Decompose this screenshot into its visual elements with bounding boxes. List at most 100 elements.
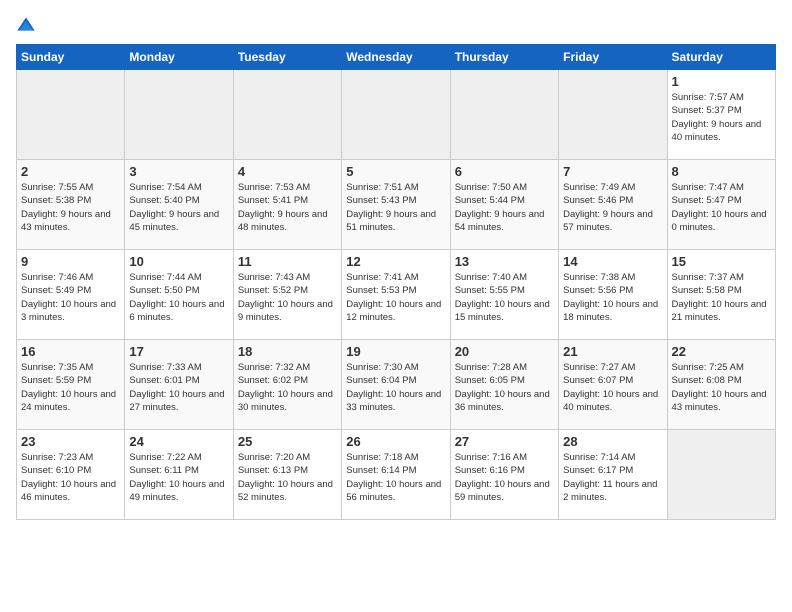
day-number: 9 [21,254,120,269]
week-row-1: 1 Sunrise: 7:57 AM Sunset: 5:37 PM Daylig… [17,70,776,160]
calendar-cell [17,70,125,160]
weekday-header-saturday: Saturday [667,45,775,70]
day-number: 21 [563,344,662,359]
calendar-cell: 26 Sunrise: 7:18 AM Sunset: 6:14 PM Dayli… [342,430,450,520]
calendar-cell: 7 Sunrise: 7:49 AM Sunset: 5:46 PM Daylig… [559,160,667,250]
week-row-3: 9 Sunrise: 7:46 AM Sunset: 5:49 PM Daylig… [17,250,776,340]
calendar-cell: 21 Sunrise: 7:27 AM Sunset: 6:07 PM Dayli… [559,340,667,430]
calendar-cell: 17 Sunrise: 7:33 AM Sunset: 6:01 PM Dayli… [125,340,233,430]
day-info: Sunrise: 7:30 AM Sunset: 6:04 PM Dayligh… [346,361,445,414]
calendar-cell: 4 Sunrise: 7:53 AM Sunset: 5:41 PM Daylig… [233,160,341,250]
calendar-cell: 10Sunrise: 7:44 AM Sunset: 5:50 PM Dayli… [125,250,233,340]
day-info: Sunrise: 7:41 AM Sunset: 5:53 PM Dayligh… [346,271,445,324]
day-number: 26 [346,434,445,449]
day-number: 27 [455,434,554,449]
day-info: Sunrise: 7:57 AM Sunset: 5:37 PM Dayligh… [672,91,771,144]
day-info: Sunrise: 7:38 AM Sunset: 5:56 PM Dayligh… [563,271,662,324]
day-number: 1 [672,74,771,89]
day-number: 14 [563,254,662,269]
calendar-cell [342,70,450,160]
calendar-cell [125,70,233,160]
day-number: 11 [238,254,337,269]
calendar-cell [667,430,775,520]
day-number: 24 [129,434,228,449]
day-info: Sunrise: 7:32 AM Sunset: 6:02 PM Dayligh… [238,361,337,414]
calendar-cell: 14 Sunrise: 7:38 AM Sunset: 5:56 PM Dayli… [559,250,667,340]
day-info: Sunrise: 7:18 AM Sunset: 6:14 PM Dayligh… [346,451,445,504]
calendar-cell: 25Sunrise: 7:20 AM Sunset: 6:13 PM Dayli… [233,430,341,520]
day-number: 28 [563,434,662,449]
logo [16,16,40,36]
weekday-header-tuesday: Tuesday [233,45,341,70]
calendar-cell: 9 Sunrise: 7:46 AM Sunset: 5:49 PM Daylig… [17,250,125,340]
calendar-cell: 6 Sunrise: 7:50 AM Sunset: 5:44 PM Daylig… [450,160,558,250]
calendar-cell [233,70,341,160]
calendar-cell: 13 Sunrise: 7:40 AM Sunset: 5:55 PM Dayli… [450,250,558,340]
day-number: 7 [563,164,662,179]
day-info: Sunrise: 7:28 AM Sunset: 6:05 PM Dayligh… [455,361,554,414]
day-info: Sunrise: 7:22 AM Sunset: 6:11 PM Dayligh… [129,451,228,504]
day-number: 13 [455,254,554,269]
day-number: 12 [346,254,445,269]
calendar-cell: 24 Sunrise: 7:22 AM Sunset: 6:11 PM Dayli… [125,430,233,520]
calendar-cell [559,70,667,160]
weekday-header-friday: Friday [559,45,667,70]
logo-icon [16,16,36,36]
day-number: 23 [21,434,120,449]
day-info: Sunrise: 7:51 AM Sunset: 5:43 PM Dayligh… [346,181,445,234]
day-number: 16 [21,344,120,359]
day-info: Sunrise: 7:50 AM Sunset: 5:44 PM Dayligh… [455,181,554,234]
day-info: Sunrise: 7:46 AM Sunset: 5:49 PM Dayligh… [21,271,120,324]
day-number: 8 [672,164,771,179]
week-row-4: 16 Sunrise: 7:35 AM Sunset: 5:59 PM Dayli… [17,340,776,430]
day-info: Sunrise: 7:35 AM Sunset: 5:59 PM Dayligh… [21,361,120,414]
day-info: Sunrise: 7:53 AM Sunset: 5:41 PM Dayligh… [238,181,337,234]
day-info: Sunrise: 7:27 AM Sunset: 6:07 PM Dayligh… [563,361,662,414]
day-number: 3 [129,164,228,179]
calendar-cell [450,70,558,160]
day-number: 18 [238,344,337,359]
calendar-cell: 2Sunrise: 7:55 AM Sunset: 5:38 PM Daylig… [17,160,125,250]
calendar-cell: 8 Sunrise: 7:47 AM Sunset: 5:47 PM Daylig… [667,160,775,250]
day-info: Sunrise: 7:49 AM Sunset: 5:46 PM Dayligh… [563,181,662,234]
header [16,16,776,36]
calendar-cell: 20 Sunrise: 7:28 AM Sunset: 6:05 PM Dayli… [450,340,558,430]
day-number: 4 [238,164,337,179]
calendar-cell: 18 Sunrise: 7:32 AM Sunset: 6:02 PM Dayli… [233,340,341,430]
day-info: Sunrise: 7:23 AM Sunset: 6:10 PM Dayligh… [21,451,120,504]
calendar-cell: 1 Sunrise: 7:57 AM Sunset: 5:37 PM Daylig… [667,70,775,160]
day-info: Sunrise: 7:54 AM Sunset: 5:40 PM Dayligh… [129,181,228,234]
day-number: 6 [455,164,554,179]
calendar-cell: 15 Sunrise: 7:37 AM Sunset: 5:58 PM Dayli… [667,250,775,340]
calendar-cell: 22Sunrise: 7:25 AM Sunset: 6:08 PM Dayli… [667,340,775,430]
day-number: 5 [346,164,445,179]
day-info: Sunrise: 7:43 AM Sunset: 5:52 PM Dayligh… [238,271,337,324]
calendar-cell: 19 Sunrise: 7:30 AM Sunset: 6:04 PM Dayli… [342,340,450,430]
weekday-header-sunday: Sunday [17,45,125,70]
weekday-header-row: SundayMondayTuesdayWednesdayThursdayFrid… [17,45,776,70]
calendar-cell: 28 Sunrise: 7:14 AM Sunset: 6:17 PM Dayli… [559,430,667,520]
calendar-cell: 16 Sunrise: 7:35 AM Sunset: 5:59 PM Dayli… [17,340,125,430]
day-info: Sunrise: 7:55 AM Sunset: 5:38 PM Dayligh… [21,181,120,234]
day-info: Sunrise: 7:37 AM Sunset: 5:58 PM Dayligh… [672,271,771,324]
day-number: 15 [672,254,771,269]
calendar-cell: 12 Sunrise: 7:41 AM Sunset: 5:53 PM Dayli… [342,250,450,340]
day-number: 25 [238,434,337,449]
week-row-2: 2Sunrise: 7:55 AM Sunset: 5:38 PM Daylig… [17,160,776,250]
day-info: Sunrise: 7:16 AM Sunset: 6:16 PM Dayligh… [455,451,554,504]
calendar-cell: 5 Sunrise: 7:51 AM Sunset: 5:43 PM Daylig… [342,160,450,250]
calendar-cell: 27 Sunrise: 7:16 AM Sunset: 6:16 PM Dayli… [450,430,558,520]
calendar-cell: 3 Sunrise: 7:54 AM Sunset: 5:40 PM Daylig… [125,160,233,250]
day-info: Sunrise: 7:40 AM Sunset: 5:55 PM Dayligh… [455,271,554,324]
day-info: Sunrise: 7:14 AM Sunset: 6:17 PM Dayligh… [563,451,662,504]
weekday-header-monday: Monday [125,45,233,70]
calendar-cell: 11 Sunrise: 7:43 AM Sunset: 5:52 PM Dayli… [233,250,341,340]
day-number: 19 [346,344,445,359]
day-info: Sunrise: 7:33 AM Sunset: 6:01 PM Dayligh… [129,361,228,414]
day-number: 20 [455,344,554,359]
weekday-header-wednesday: Wednesday [342,45,450,70]
calendar-cell: 23 Sunrise: 7:23 AM Sunset: 6:10 PM Dayli… [17,430,125,520]
week-row-5: 23 Sunrise: 7:23 AM Sunset: 6:10 PM Dayli… [17,430,776,520]
day-info: Sunrise: 7:47 AM Sunset: 5:47 PM Dayligh… [672,181,771,234]
day-number: 17 [129,344,228,359]
